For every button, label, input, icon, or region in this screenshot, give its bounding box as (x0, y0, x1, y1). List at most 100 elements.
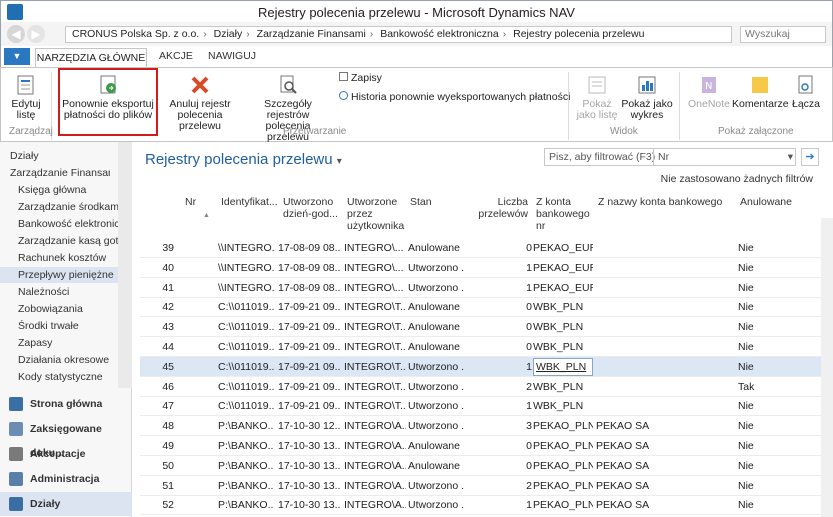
table-cell[interactable]: 1 (458, 278, 532, 298)
table-cell[interactable]: \\INTEGRO... (218, 258, 274, 278)
table-cell[interactable]: INTEGRO\T... (344, 377, 406, 397)
table-row[interactable]: 41 \\INTEGRO...17-08-09 08...INTEGRO\...U… (140, 278, 830, 298)
vertical-scrollbar[interactable] (821, 218, 833, 517)
table-cell[interactable]: 17-09-21 09... (278, 297, 340, 317)
table-row[interactable]: 48 P:\BANKO... 17-10-30 12... INTEGRO\A... U… (140, 416, 830, 437)
table-cell[interactable]: Nie (738, 297, 798, 317)
sidebar-item-stat-codes[interactable]: Kody statystyczne (18, 371, 118, 383)
table-cell[interactable]: 41 (140, 278, 174, 298)
tab-navigate[interactable]: NAWIGUJ (208, 50, 256, 62)
table-cell[interactable]: 47 (140, 396, 174, 416)
table-cell[interactable]: Nie (738, 476, 798, 496)
table-cell[interactable]: 17-08-09 08... (278, 238, 340, 258)
forward-icon[interactable]: ▶ (27, 25, 45, 43)
table-cell[interactable]: 2 (458, 377, 532, 397)
nav-approvals[interactable]: Akceptacje (0, 442, 132, 466)
nav-home[interactable]: Strona główna (0, 392, 132, 416)
table-cell[interactable]: Nie (738, 258, 798, 278)
table-row[interactable]: 45 C:\\011019... 17-09-21 09... INTEGRO\T..… (140, 356, 830, 377)
table-cell[interactable]: Nie (738, 456, 798, 476)
table-cell[interactable]: Nie (738, 317, 798, 337)
sidebar-item-finance[interactable]: Zarządzanie Finansami (10, 167, 110, 179)
app-menu-button[interactable]: ▼ (4, 48, 30, 65)
nav-administration[interactable]: Administracja (0, 467, 132, 491)
table-cell[interactable]: C:\\011019... (218, 357, 274, 377)
table-cell[interactable]: WBK_PLN (533, 377, 593, 397)
table-cell[interactable]: Tak (738, 377, 798, 397)
sidebar-item-fixed-assets[interactable]: Środki trwałe (18, 320, 118, 332)
crumb-company[interactable]: CRONUS Polska Sp. z o.o. (72, 28, 199, 40)
table-cell[interactable]: C:\\011019... (218, 317, 274, 337)
table-row[interactable]: 46 C:\\011019... 17-09-21 09... INTEGRO\T..… (140, 377, 830, 397)
tab-actions[interactable]: AKCJE (159, 50, 193, 62)
table-cell[interactable]: 17-09-21 09... (278, 377, 340, 397)
table-cell[interactable]: Utworzono ... (408, 495, 464, 515)
column-header-bank-account-no[interactable]: Z konta bankowego nr (536, 196, 592, 232)
table-cell[interactable]: C:\\011019... (218, 297, 274, 317)
table-cell[interactable]: Anulowane (408, 456, 464, 476)
sidebar-item-departments[interactable]: Działy (10, 150, 110, 162)
table-cell[interactable]: Nie (738, 436, 798, 456)
table-cell[interactable]: Utworzono ... (408, 258, 464, 278)
table-cell[interactable]: 48 (140, 416, 174, 436)
table-cell[interactable]: INTEGRO\A... (344, 416, 406, 436)
sidebar-item-inventory[interactable]: Zapasy (18, 337, 118, 349)
back-icon[interactable]: ◀ (7, 25, 25, 43)
cancel-register-button[interactable]: Anuluj rejestr polecenia przelewu (158, 74, 242, 132)
reexport-history-button[interactable]: Historia ponownie wyeksportowanych płatn… (339, 91, 570, 103)
table-cell[interactable]: Nie (738, 337, 798, 357)
table-row[interactable]: 44 C:\\011019... 17-09-21 09... INTEGRO\T..… (140, 337, 830, 357)
show-as-list-button[interactable]: Pokaż jako listę (573, 74, 621, 121)
table-cell[interactable]: C:\\011019... (218, 377, 274, 397)
table-cell[interactable]: PEKAO_PLN (533, 495, 593, 515)
table-cell[interactable]: INTEGRO\T... (344, 337, 406, 357)
sidebar-item-cost-accounting[interactable]: Rachunek kosztów (18, 252, 118, 264)
table-cell[interactable]: 1 (458, 357, 532, 377)
table-cell[interactable]: 43 (140, 317, 174, 337)
table-cell[interactable]: WBK_PLN (533, 317, 593, 337)
table-cell[interactable]: PEKAO SA (596, 495, 736, 515)
crumb-departments[interactable]: Działy (214, 28, 243, 40)
table-cell[interactable]: 50 (140, 456, 174, 476)
sidebar-scrollbar[interactable] (118, 142, 132, 388)
table-cell[interactable]: INTEGRO\A... (344, 436, 406, 456)
filter-field-select[interactable]: Nr ▾ (653, 149, 797, 165)
table-cell[interactable]: 17-10-30 13... (278, 495, 340, 515)
table-row[interactable]: 39 \\INTEGRO...17-08-09 08...INTEGRO\...A… (140, 238, 830, 258)
sidebar-item-cash-desk[interactable]: Zarządzanie kasą gotów (18, 235, 118, 247)
table-cell[interactable]: PEKAO_PLN (533, 476, 593, 496)
column-header-created[interactable]: Utworzono dzień-god... (283, 196, 341, 220)
table-cell[interactable]: Nie (738, 396, 798, 416)
table-cell[interactable]: Nie (738, 238, 798, 258)
table-cell[interactable]: 40 (140, 258, 174, 278)
table-cell[interactable]: PEKAO SA (596, 416, 736, 436)
table-cell[interactable]: 0 (458, 456, 532, 476)
column-header-created-by[interactable]: Utworzone przez użytkownika (347, 196, 405, 232)
column-header-no[interactable]: Nr (185, 196, 196, 208)
table-cell[interactable]: P:\BANKO... (218, 456, 274, 476)
entries-button[interactable]: Zapisy (339, 72, 382, 84)
sidebar-item-payables[interactable]: Zobowiązania (18, 303, 118, 315)
table-cell[interactable]: WBK_PLN (533, 297, 593, 317)
table-cell[interactable]: PEKAO SA (596, 456, 736, 476)
table-cell[interactable]: Utworzono ... (408, 278, 464, 298)
table-cell[interactable]: P:\BANKO... (218, 436, 274, 456)
table-cell[interactable]: INTEGRO\A... (344, 456, 406, 476)
table-cell[interactable]: Anulowane (408, 337, 464, 357)
table-cell[interactable]: WBK_PLN (533, 396, 593, 416)
sidebar-item-cash-mgmt[interactable]: Zarządzanie środkami p (18, 201, 118, 213)
table-cell[interactable]: PEKAO_EUR (533, 238, 593, 258)
sidebar-item-general-ledger[interactable]: Księga główna (18, 184, 118, 196)
crumb-finance[interactable]: Zarządzanie Finansami (257, 28, 366, 40)
table-cell[interactable]: 0 (458, 297, 532, 317)
sidebar-item-ebanking[interactable]: Bankowość elektroniczn (18, 218, 118, 230)
table-cell[interactable]: 17-09-21 09... (278, 396, 340, 416)
table-cell[interactable]: Anulowane (408, 297, 464, 317)
table-cell[interactable]: PEKAO_EUR (533, 258, 593, 278)
edit-list-button[interactable]: Edytuj listę (5, 74, 47, 121)
table-row[interactable]: 49 P:\BANKO... 17-10-30 13... INTEGRO\A... A… (140, 436, 830, 456)
table-cell[interactable]: INTEGRO\... (344, 238, 406, 258)
table-cell[interactable]: 45 (140, 357, 174, 377)
table-row[interactable]: 43 C:\\011019... 17-09-21 09... INTEGRO\T..… (140, 317, 830, 338)
table-cell[interactable]: 51 (140, 476, 174, 496)
